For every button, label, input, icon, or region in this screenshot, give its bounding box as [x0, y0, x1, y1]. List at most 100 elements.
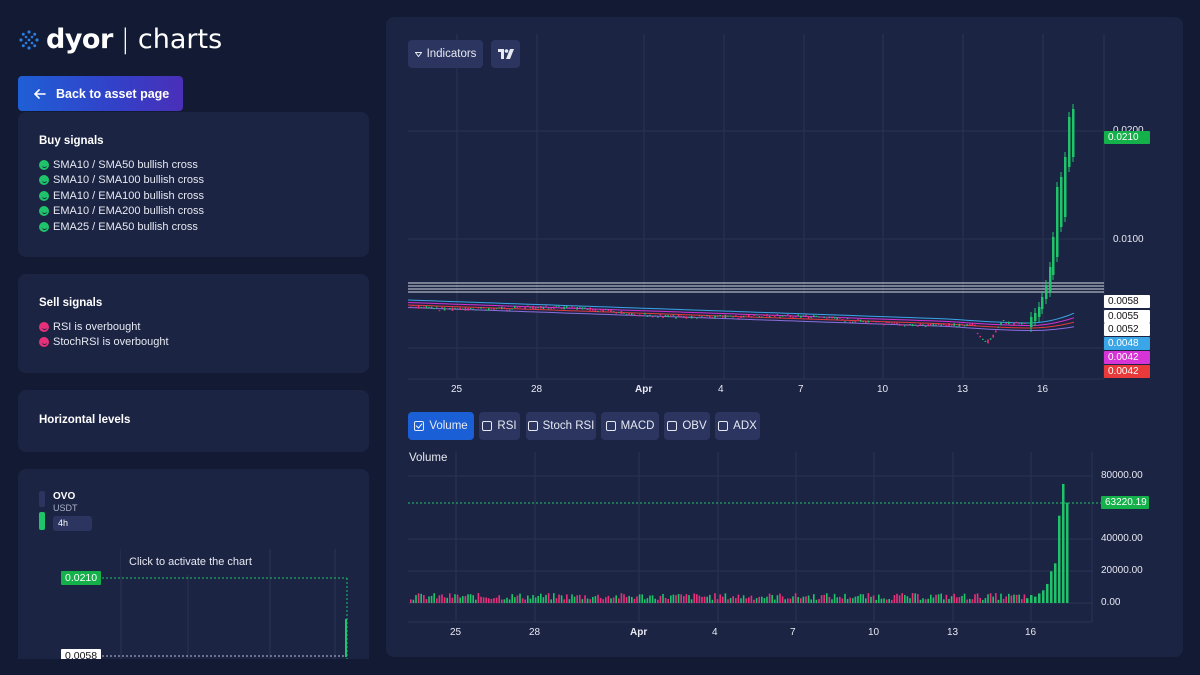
volume-bar [924, 599, 927, 603]
volume-bar [1021, 599, 1023, 603]
candle [472, 308, 474, 310]
volume-bar [820, 595, 823, 603]
volume-bar [963, 593, 966, 603]
volume-tick: 80000.00 [1101, 470, 1143, 481]
tradingview-button[interactable] [491, 40, 520, 68]
sell-signals-label: StochRSI is overbought [53, 336, 169, 349]
candle [540, 305, 542, 309]
back-to-asset-label: Back to asset page [56, 86, 170, 101]
candle [1010, 324, 1013, 326]
candle [813, 315, 815, 318]
candle [1060, 177, 1063, 227]
candle [1052, 237, 1055, 275]
candle [410, 306, 412, 308]
candle [475, 309, 477, 311]
volume-bar [555, 598, 558, 603]
volume-bar [1050, 571, 1053, 603]
candle [495, 308, 498, 310]
candle [953, 323, 955, 326]
indicator-tab-obv[interactable]: OBV [664, 412, 710, 440]
candle [748, 314, 750, 317]
volume-bar [779, 593, 781, 603]
candle [529, 307, 532, 309]
candle [581, 307, 584, 310]
price-label: 0.0052 [1104, 323, 1150, 336]
volume-bar [1054, 563, 1057, 603]
mini-chart[interactable]: OVO USDT 4h Click to activate the chart … [18, 469, 369, 659]
candle [706, 315, 708, 317]
candle [412, 305, 415, 307]
buy-signals-label: EMA10 / EMA200 bullish cross [53, 205, 205, 218]
indicator-tab-rsi[interactable]: RSI [479, 412, 520, 440]
volume-bar [750, 595, 753, 603]
volume-bar [446, 597, 448, 603]
volume-bar [503, 599, 506, 603]
smiley-happy-icon [39, 221, 49, 232]
volume-bar [664, 597, 667, 603]
x-axis-label: 4 [718, 384, 724, 395]
volume-bar [459, 597, 461, 603]
buy-signals-label: SMA10 / SMA50 bullish cross [53, 158, 198, 171]
volume-bar [714, 593, 716, 603]
volume-bar [1013, 594, 1015, 603]
main-chart-panel[interactable]: Indicators 0.0200 0.0100 0.02100.00580.0… [386, 17, 1183, 657]
candle [677, 315, 680, 317]
indicator-tab-stoch-rsi[interactable]: Stoch RSI [526, 412, 596, 440]
candle [662, 316, 664, 319]
volume-bar [547, 593, 550, 603]
volume-bar [956, 597, 958, 603]
x-axis-label: 7 [790, 627, 796, 638]
back-to-asset-button[interactable]: Back to asset page [18, 76, 183, 111]
candle [641, 315, 643, 317]
volume-bar [430, 595, 433, 603]
volume-bar [540, 593, 542, 603]
candle [503, 307, 506, 310]
candle [586, 308, 589, 310]
volume-bar [727, 599, 729, 603]
candle [618, 311, 620, 313]
volume-bar [891, 599, 893, 603]
candle [807, 316, 810, 319]
volume-bar [571, 594, 573, 603]
candle [553, 306, 555, 309]
indicator-tab-adx[interactable]: ADX [715, 412, 760, 440]
volume-bar [974, 594, 976, 603]
volume-bar [599, 597, 602, 603]
volume-bar [475, 599, 477, 603]
volume-bar [761, 596, 763, 603]
volume-bar [875, 599, 877, 603]
candle [566, 306, 568, 308]
volume-bar [1042, 590, 1045, 603]
x-axis-label: 16 [1025, 627, 1037, 638]
volume-bar [706, 596, 708, 603]
candle [680, 315, 682, 318]
volume-bar [584, 595, 586, 603]
volume-bar [846, 599, 849, 603]
candle [870, 323, 872, 325]
candle [584, 307, 586, 309]
volume-bar [417, 593, 420, 603]
mini-overlay-text[interactable]: Click to activate the chart [121, 549, 260, 575]
candle [823, 316, 825, 319]
indicators-button[interactable]: Indicators [408, 40, 483, 68]
buy-signals-list: SMA10 / SMA50 bullish cross SMA10 / SMA10… [39, 157, 348, 235]
volume-bar [633, 598, 636, 603]
candle [1049, 267, 1052, 292]
volume-bar [623, 594, 625, 603]
buy-signals-label: SMA10 / SMA100 bullish cross [53, 174, 205, 187]
smiley-happy-icon [39, 190, 49, 201]
candle [854, 321, 857, 323]
candle [589, 307, 591, 311]
volume-bar [766, 596, 768, 603]
volume-bar [794, 593, 797, 603]
candle [657, 316, 659, 318]
volume-bar [441, 594, 443, 603]
volume-bar [992, 596, 994, 603]
indicator-tab-macd[interactable]: MACD [601, 412, 659, 440]
candle [532, 305, 534, 310]
candle [620, 310, 623, 315]
horizontal-levels-card[interactable]: Horizontal levels [18, 390, 369, 452]
candle [488, 307, 490, 311]
indicator-tab-volume[interactable]: Volume [408, 412, 474, 440]
volume-bar [490, 598, 493, 603]
